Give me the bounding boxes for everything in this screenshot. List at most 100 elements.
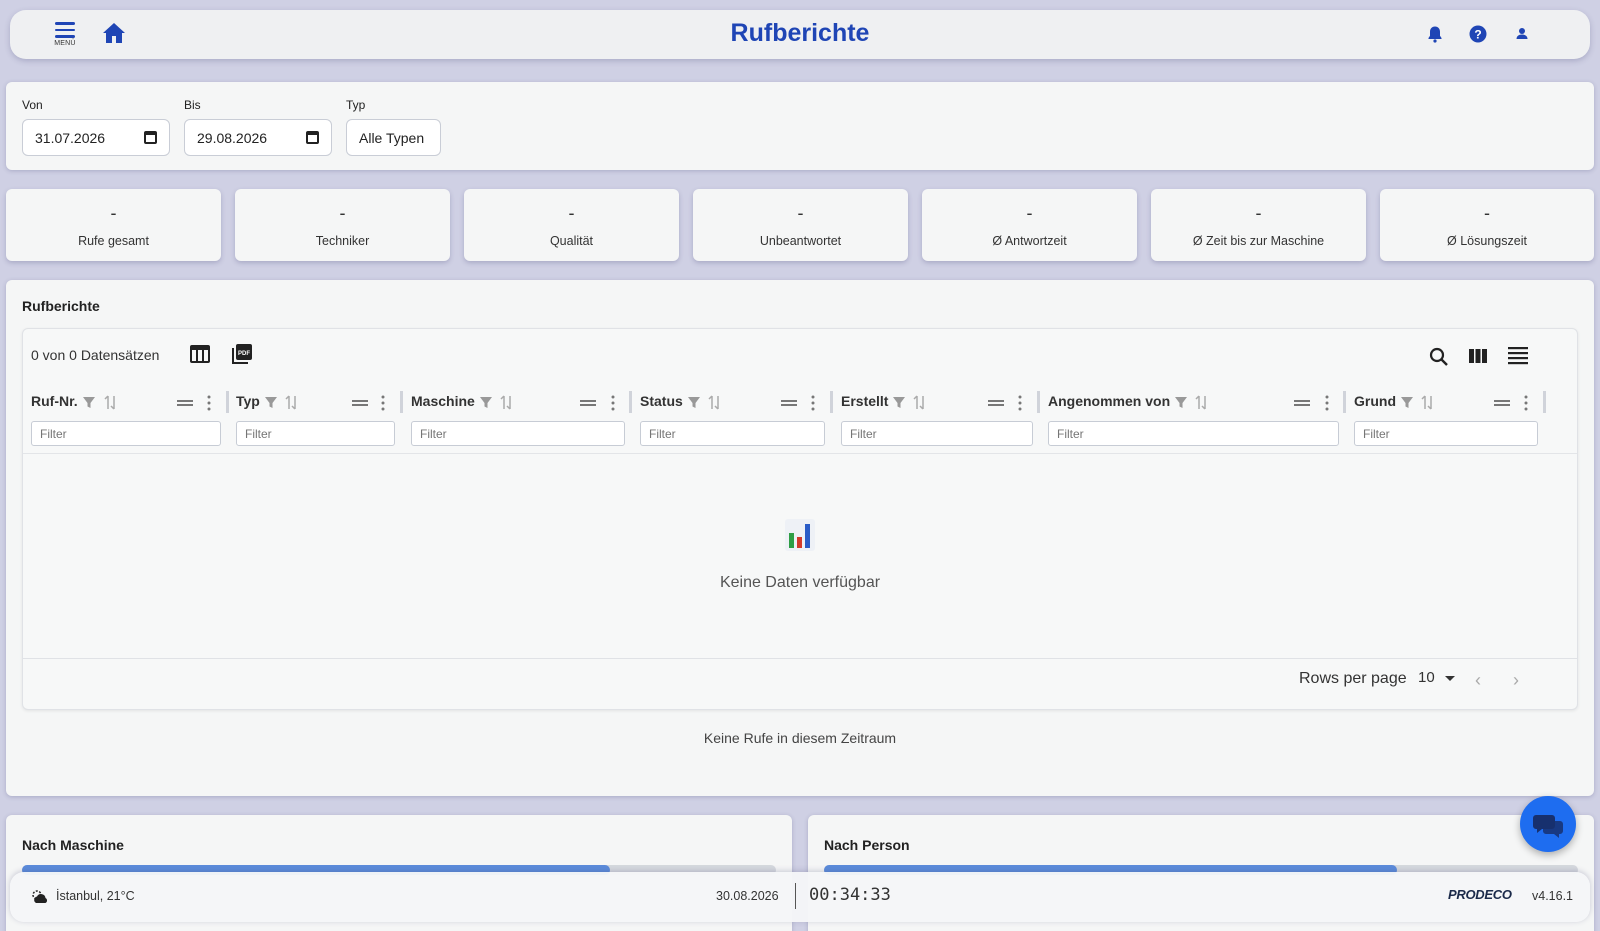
density-button[interactable] <box>1507 346 1529 371</box>
drag-handle-icon <box>580 400 596 402</box>
reports-grid: 0 von 0 Datensätzen PDF Ruf-Nr. Typ Masc… <box>22 328 1578 710</box>
table-icon <box>190 345 210 363</box>
filter-icon <box>688 397 700 408</box>
from-date-value: 31.07.2026 <box>35 129 106 146</box>
filter-input-accepted-by[interactable] <box>1048 421 1339 446</box>
type-label: Typ <box>346 98 366 112</box>
filter-input-created[interactable] <box>841 421 1033 446</box>
pdf-icon: PDF <box>232 344 252 364</box>
drag-handle-icon <box>988 400 1004 402</box>
more-vert-icon <box>1325 395 1329 411</box>
sort-icon <box>708 395 719 410</box>
stat-label: Techniker <box>315 234 370 248</box>
to-date-input[interactable]: 29.08.2026 <box>184 119 332 156</box>
more-vert-icon <box>1018 395 1022 411</box>
chevron-left-icon: ‹ <box>1475 670 1481 690</box>
stat-value: - <box>1026 203 1033 223</box>
empty-state-text: Keine Daten verfügbar <box>719 574 881 591</box>
drag-handle-icon <box>352 400 368 402</box>
stat-value: - <box>797 203 804 223</box>
filter-icon <box>480 397 492 408</box>
stat-card-total-calls: - Rufe gesamt <box>6 189 221 261</box>
rows-per-page-label: Rows per page <box>1299 670 1407 687</box>
to-date-value: 29.08.2026 <box>197 129 268 146</box>
stat-card-avg-response: - Ø Antwortzeit <box>922 189 1137 261</box>
drag-handle-icon <box>781 400 797 402</box>
from-date-input[interactable]: 31.07.2026 <box>22 119 170 156</box>
chat-button[interactable] <box>1520 796 1576 852</box>
calendar-icon[interactable] <box>144 131 157 144</box>
grid-divider <box>23 453 1577 454</box>
stat-label: Ø Zeit bis zur Maschine <box>1192 234 1325 248</box>
filter-icon <box>265 397 277 408</box>
sort-icon <box>285 395 296 410</box>
page-title: Rufberichte <box>730 19 870 47</box>
column-resize-handle[interactable] <box>400 391 403 413</box>
filter-input-machine[interactable] <box>411 421 625 446</box>
by-person-title: Nach Person <box>824 837 910 853</box>
stat-card-unanswered: - Unbeantwortet <box>693 189 908 261</box>
calendar-icon[interactable] <box>306 131 319 144</box>
type-select[interactable]: Alle Typen <box>346 119 441 156</box>
user-icon <box>1516 28 1528 39</box>
user-button[interactable] <box>1513 25 1533 45</box>
rows-per-page-select[interactable]: 10 <box>1416 664 1460 694</box>
filter-input-status[interactable] <box>640 421 825 446</box>
filter-input-call-no[interactable] <box>31 421 221 446</box>
sort-icon <box>500 395 511 410</box>
density-icon <box>1508 347 1528 365</box>
no-calls-text: Keine Rufe in diesem Zeitraum <box>703 730 897 746</box>
svg-text:?: ? <box>1474 28 1481 42</box>
filter-icon <box>1175 397 1187 408</box>
stat-card-avg-time-to-machine: - Ø Zeit bis zur Maschine <box>1151 189 1366 261</box>
sort-icon <box>1195 395 1206 410</box>
filter-icon <box>83 397 95 408</box>
help-button[interactable]: ? <box>1469 25 1489 45</box>
filter-icon <box>1401 397 1413 408</box>
more-vert-icon <box>1524 395 1528 411</box>
divider <box>795 883 796 909</box>
search-button[interactable] <box>1429 347 1449 372</box>
drag-handle-icon <box>177 400 193 402</box>
next-page-button[interactable]: › <box>1513 670 1519 691</box>
rows-per-page-value: 10 <box>1418 669 1435 686</box>
brand-logo: PRODECO <box>1448 887 1512 902</box>
current-time: 00:34:33 <box>809 885 891 905</box>
column-resize-handle[interactable] <box>1037 391 1040 413</box>
columns-button[interactable] <box>1468 348 1488 369</box>
prev-page-button[interactable]: ‹ <box>1475 670 1481 691</box>
stat-value: - <box>1484 203 1490 223</box>
drag-handle-icon <box>1294 400 1310 402</box>
grid-footer-divider <box>23 658 1577 659</box>
stat-card-quality: - Qualität <box>464 189 679 261</box>
more-vert-icon <box>381 395 385 411</box>
more-vert-icon <box>207 395 211 411</box>
stat-label: Rufe gesamt <box>78 234 149 248</box>
record-count: 0 von 0 Datensätzen <box>31 347 160 363</box>
column-resize-handle[interactable] <box>226 391 229 413</box>
filter-input-reason[interactable] <box>1354 421 1538 446</box>
column-resize-handle[interactable] <box>629 391 632 413</box>
stat-card-technicians: - Techniker <box>235 189 450 261</box>
column-resize-handle[interactable] <box>830 391 833 413</box>
sort-icon <box>1421 395 1432 410</box>
more-vert-icon <box>611 395 615 411</box>
chevron-right-icon: › <box>1513 670 1519 690</box>
app-header: MENÜ Rufberichte ? <box>10 10 1590 59</box>
table-view-button[interactable] <box>189 344 211 369</box>
search-icon <box>1429 347 1448 366</box>
weather-text: İstanbul, 21°C <box>56 889 135 903</box>
column-resize-handle[interactable] <box>1343 391 1346 413</box>
by-machine-title: Nach Maschine <box>22 837 124 853</box>
status-bar: İstanbul, 21°C 30.08.2026 00:34:33 PRODE… <box>10 872 1590 922</box>
current-date: 30.08.2026 <box>716 889 779 903</box>
filter-input-type[interactable] <box>236 421 395 446</box>
stat-card-avg-resolution: - Ø Lösungszeit <box>1380 189 1594 261</box>
to-label: Bis <box>184 98 201 112</box>
column-resize-handle[interactable] <box>1543 391 1546 413</box>
weather-icon <box>32 890 48 903</box>
drag-handle-icon <box>1494 400 1510 402</box>
export-pdf-button[interactable]: PDF <box>231 343 253 370</box>
notifications-button[interactable] <box>1426 25 1446 45</box>
reports-title: Rufberichte <box>22 298 100 314</box>
